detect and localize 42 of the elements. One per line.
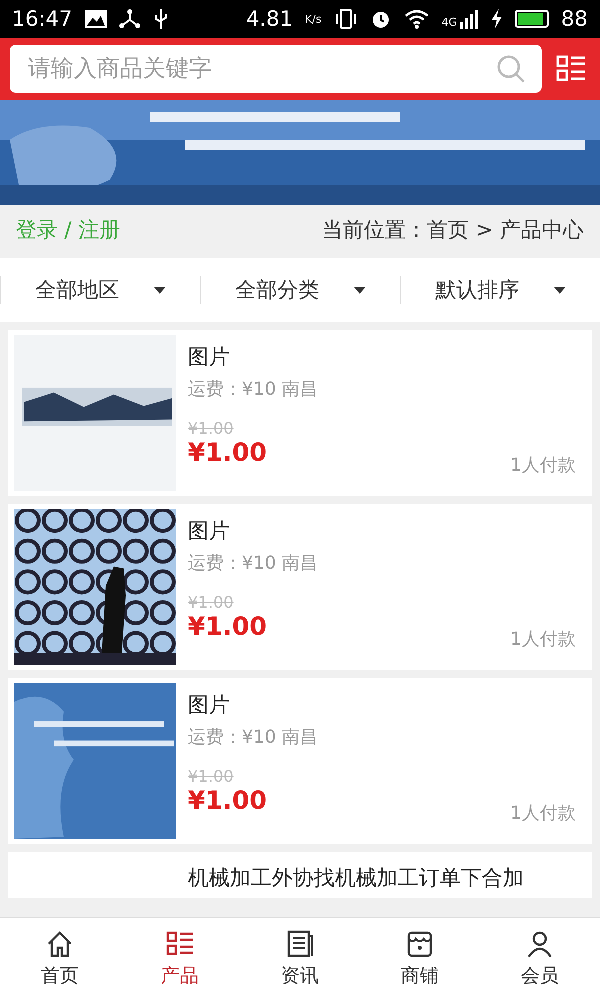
nav-tab[interactable]: 首页 bbox=[0, 918, 120, 1000]
caret-icon bbox=[354, 286, 366, 294]
sales-count: 1人付款 bbox=[510, 802, 576, 825]
sales-count: 1人付款 bbox=[510, 454, 576, 477]
battery-percent: 88 bbox=[561, 7, 588, 31]
charging-icon bbox=[491, 9, 504, 29]
caret-icon bbox=[154, 286, 166, 294]
user-icon bbox=[525, 929, 555, 959]
price: ¥1.00 bbox=[188, 786, 268, 815]
usb-icon bbox=[152, 8, 169, 30]
image-icon bbox=[84, 10, 107, 28]
network-type: 4G bbox=[442, 16, 458, 29]
sales-count: 1人付款 bbox=[510, 628, 576, 651]
battery-icon bbox=[515, 10, 550, 28]
original-price: ¥1.00 bbox=[188, 593, 234, 612]
wifi-icon bbox=[404, 9, 430, 29]
vibrate-icon bbox=[334, 8, 358, 30]
breadcrumb: 当前位置：首页 > 产品中心 bbox=[322, 217, 584, 244]
news-icon bbox=[285, 929, 315, 959]
product-title[interactable]: 图片 bbox=[188, 691, 586, 719]
product-title[interactable]: 图片 bbox=[188, 517, 586, 545]
caret-icon bbox=[554, 286, 566, 294]
price: ¥1.00 bbox=[188, 612, 268, 641]
shipping-info: 运费：¥10 南昌 bbox=[188, 552, 320, 575]
share-icon bbox=[118, 9, 141, 29]
price: ¥1.00 bbox=[188, 438, 268, 467]
shipping-info: 运费：¥10 南昌 bbox=[188, 726, 320, 749]
nav-tab[interactable]: 产品 bbox=[120, 918, 240, 1000]
nav-tab[interactable]: 资讯 bbox=[240, 918, 360, 1000]
store-icon bbox=[405, 929, 435, 959]
original-price: ¥1.00 bbox=[188, 767, 234, 786]
nav-tab[interactable]: 商铺 bbox=[360, 918, 480, 1000]
shipping-info: 运费：¥10 南昌 bbox=[188, 378, 320, 401]
product-title[interactable]: 图片 bbox=[188, 343, 586, 371]
menu-icon[interactable] bbox=[556, 54, 586, 84]
original-price: ¥1.00 bbox=[188, 419, 234, 438]
time: 16:47 bbox=[12, 7, 73, 31]
signal-icon bbox=[459, 9, 480, 29]
network-speed: 4.81 bbox=[246, 7, 294, 31]
search-field[interactable]: 请输入商品关键字 bbox=[10, 45, 542, 93]
nav-tab[interactable]: 会员 bbox=[480, 918, 600, 1000]
speed-unit: K/s bbox=[305, 12, 322, 26]
